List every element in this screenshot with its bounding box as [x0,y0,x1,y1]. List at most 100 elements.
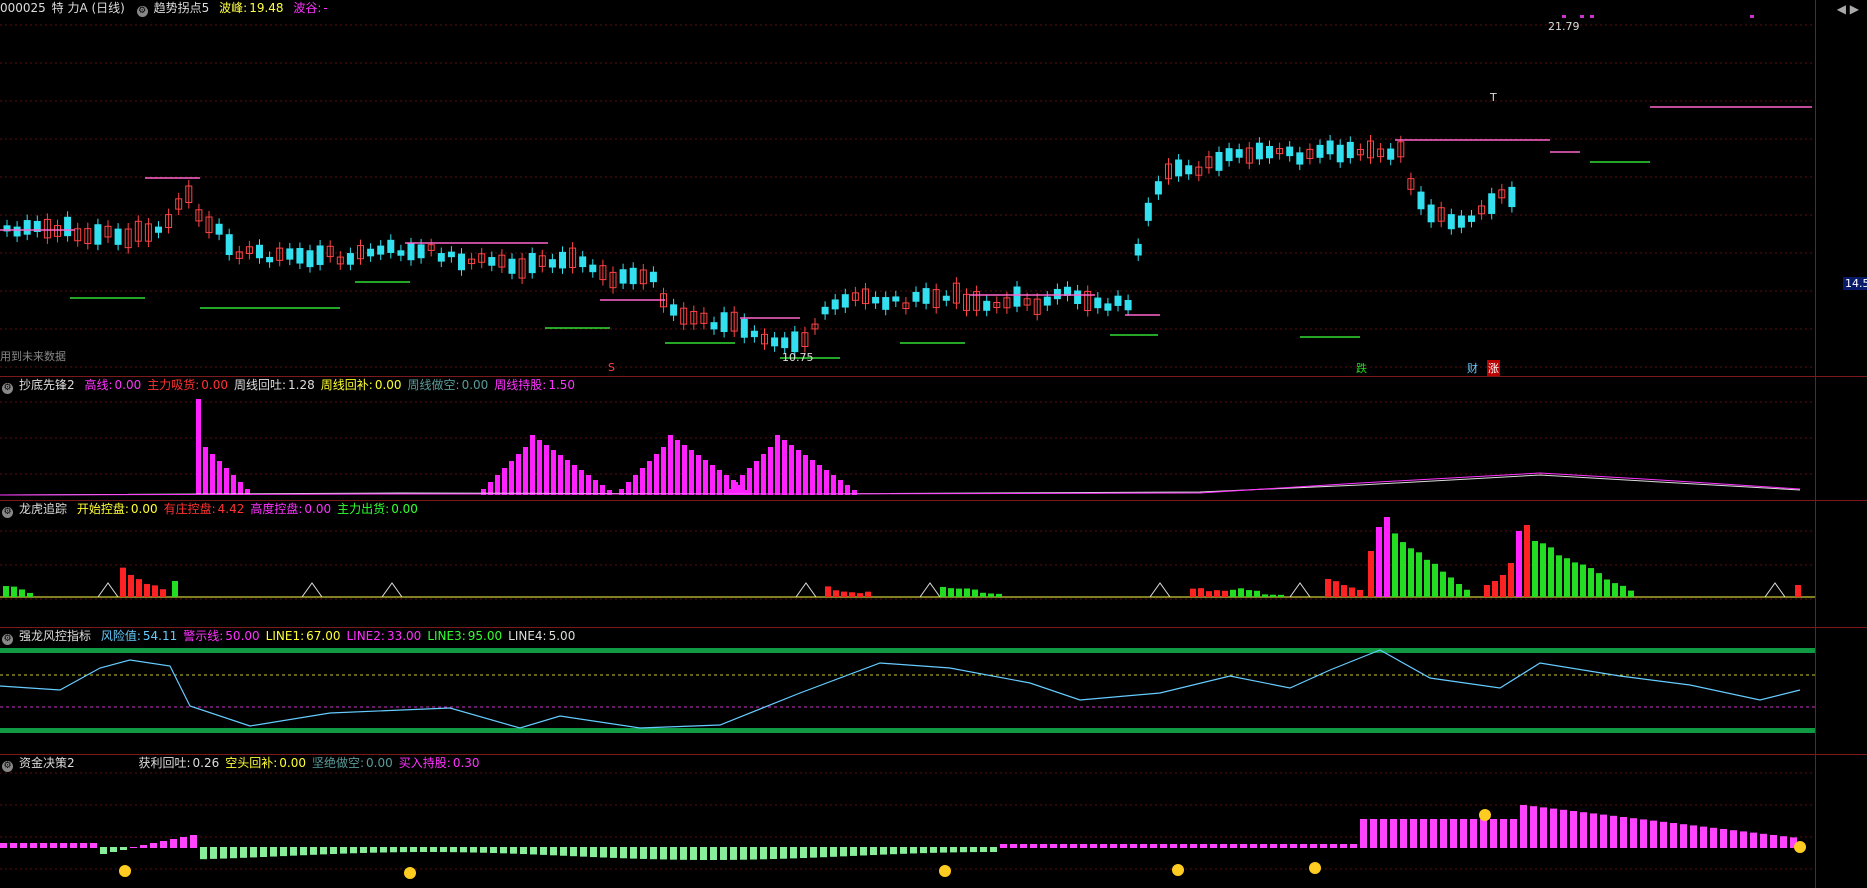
bar [1376,527,1382,597]
bar [520,847,527,855]
fengkong-chart[interactable] [0,628,1815,754]
bar [1333,581,1339,597]
pane-longhu[interactable]: ⚙ 龙虎追踪 开始控盘: 0.00 有庄控盘: 4.42 高度控盘: 0.00 主力出货: 0.… [0,501,1867,627]
candle-body [367,248,375,257]
bar [1556,555,1562,597]
bar [996,593,1002,597]
bar [1270,844,1277,848]
bar [1516,531,1522,597]
bar [1520,805,1527,848]
bar [1700,826,1707,848]
top-dot [1580,15,1584,18]
bar [820,847,827,858]
bar [1550,808,1557,848]
bar [50,843,57,848]
marker-zhang: 涨 [1487,360,1500,376]
bar [1030,844,1037,848]
main-chart-pane[interactable]: 000025 特 力A (日线) ⚙ 趋势拐点5 波峰: 19.48 波谷: - ◀ … [0,0,1867,376]
bar [1710,827,1717,848]
bar [1238,588,1244,597]
bar [1580,564,1586,597]
bar [849,592,855,597]
bar [1090,844,1097,848]
zijin-chart[interactable] [0,755,1815,888]
candle-body [256,244,263,259]
candlestick-chart[interactable] [0,0,1815,376]
bar [1206,591,1212,597]
bar [280,847,287,857]
chaodi-chart[interactable] [0,377,1815,500]
candle-body [912,291,920,302]
bar [240,847,247,858]
bar [250,847,257,858]
bar [310,847,317,855]
bar [10,843,17,848]
bar [910,847,917,854]
bar [500,847,507,854]
candle-body [1074,290,1082,305]
candle-body [508,258,516,274]
bar [320,847,327,855]
longhu-chart[interactable] [0,501,1815,627]
bar [1670,823,1677,848]
candle-body [1255,142,1263,160]
bar [833,590,839,597]
bar [972,589,978,597]
bar [740,475,745,495]
bar [768,447,773,495]
bar [120,567,126,597]
pane-fengkong[interactable]: ⚙ 强龙风控指标 风险值: 54.11 警示线: 50.00 LINE1: 67.00 LIN… [0,628,1867,754]
bar [1510,819,1517,848]
candle-body [1094,297,1102,309]
bar [1180,844,1187,848]
smile-icon [119,865,131,877]
bar [1604,579,1610,597]
smile-icon [404,867,416,879]
bar [1010,844,1017,848]
bar [537,440,542,495]
bar [1110,844,1117,848]
bar [586,475,591,495]
bar [1050,844,1057,848]
bar [1548,547,1554,597]
bar [661,447,666,495]
candle-body [1043,296,1051,306]
bar [870,847,877,856]
candle-body [114,228,122,245]
pane-zijin[interactable]: ⚙ 资金决策2 获利回吐: 0.26 空头回补: 0.00 坚绝做空: 0.00 买入持股: 0… [0,755,1867,888]
bar [1596,573,1602,597]
candle-body [528,252,536,274]
marker-die: 跌 [1356,362,1367,375]
bar [590,847,597,858]
current-price-tag: 14.5 [1843,277,1867,290]
candle-body [579,256,587,268]
candle-body [831,299,839,310]
bar [1770,835,1777,848]
bar [630,847,637,859]
bar [410,847,417,853]
bar [1448,577,1454,597]
candle-body [1326,140,1334,155]
bar [682,445,687,495]
bar [19,589,25,597]
bar [960,847,967,853]
candle-body [1336,144,1344,163]
bar [510,847,517,854]
candle-body [346,253,354,265]
bar [720,847,727,860]
bar [572,465,577,495]
pane-chaodi[interactable]: ⚙ 抄底先锋2 高线: 0.00 主力吸货: 0.00 周线回吐: 1.28 周线回补: 0.0… [0,377,1867,500]
candle-body [1286,146,1294,157]
candle-body [316,245,324,265]
bar [620,847,627,859]
bar [1588,568,1594,597]
bar [747,468,752,495]
bar [360,847,367,853]
bar [1220,844,1227,848]
bar [1400,819,1407,848]
bar [580,847,587,857]
window-controls-icon[interactable]: ◀ ▶ [1837,2,1859,16]
candle-body [1124,300,1132,311]
bar [11,586,17,597]
line3-band [0,648,1815,653]
